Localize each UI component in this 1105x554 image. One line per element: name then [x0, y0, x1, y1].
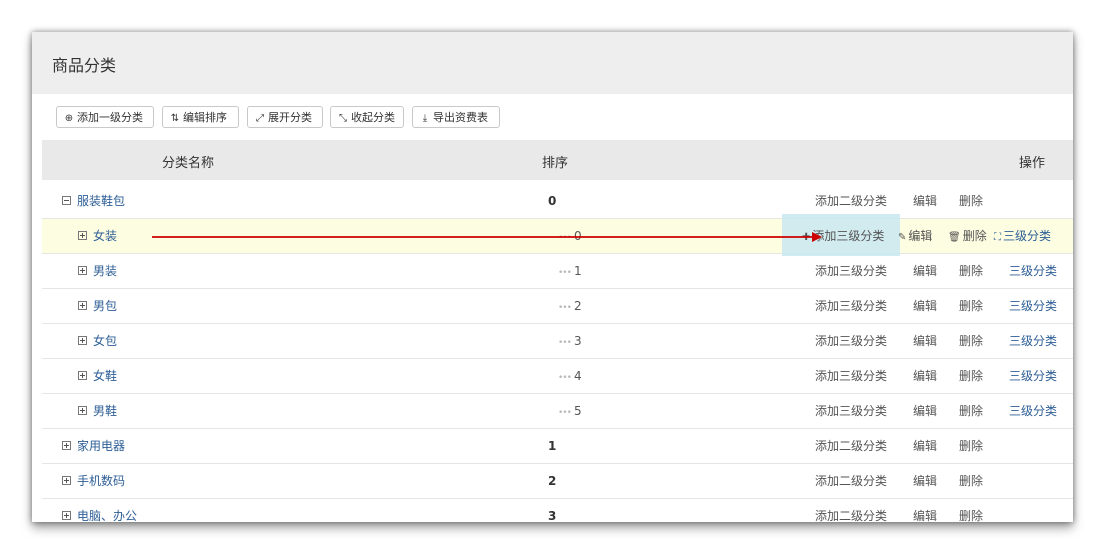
third-level-link[interactable]: 三级分类: [1009, 394, 1057, 428]
third-level-link[interactable]: 三级分类: [1009, 324, 1057, 358]
third-level-link[interactable]: 三级分类: [1009, 254, 1057, 288]
delete-link[interactable]: 删除: [959, 464, 983, 498]
annotation-arrow: [152, 232, 822, 242]
add-top-category-button[interactable]: ⊕ 添加一级分类: [56, 106, 154, 128]
delete-link[interactable]: 删除: [959, 429, 983, 463]
edit-link[interactable]: 编辑: [913, 359, 937, 393]
delete-link[interactable]: 🗑 删除: [948, 219, 987, 253]
category-name[interactable]: 家用电器: [77, 439, 125, 453]
third-level-link[interactable]: ⛶ 三级分类: [994, 219, 1051, 253]
edit-link[interactable]: 编辑: [913, 254, 937, 288]
arrow-head: [812, 232, 822, 242]
header-name: 分类名称: [162, 156, 215, 171]
category-name[interactable]: 服装鞋包: [77, 194, 125, 208]
sort-value: 3: [548, 509, 557, 522]
delete-link[interactable]: 删除: [959, 359, 983, 393]
add-sub-category-link[interactable]: 添加二级分类: [815, 464, 887, 498]
sort-value: 0: [548, 194, 557, 208]
table-row: 家用电器 1 添加二级分类 编辑 删除: [42, 429, 1073, 464]
collapse-all-button[interactable]: ⤡ 收起分类: [330, 106, 404, 128]
category-name[interactable]: 男装: [93, 264, 117, 278]
table-row: 服装鞋包 0 添加二级分类 编辑 删除: [42, 184, 1073, 219]
table-row: 女包 ••• 3 添加三级分类 编辑 删除 三级分类: [42, 324, 1073, 359]
add-sub-category-link[interactable]: 添加三级分类: [815, 324, 887, 358]
add-sub-category-link[interactable]: 添加二级分类: [815, 184, 887, 218]
third-level-link[interactable]: 三级分类: [1009, 289, 1057, 323]
delete-link[interactable]: 删除: [959, 184, 983, 218]
edit-link[interactable]: 编辑: [913, 499, 937, 522]
table-row: 男装 ••• 1 添加三级分类 编辑 删除 三级分类: [42, 254, 1073, 289]
category-name[interactable]: 手机数码: [77, 474, 125, 488]
expand-tree-icon[interactable]: [62, 441, 71, 450]
download-icon: ⤓: [422, 113, 428, 124]
sort-value: 2: [548, 474, 557, 488]
sort-value: 1: [573, 264, 582, 278]
add-sub-category-link[interactable]: 添加三级分类: [815, 359, 887, 393]
third-level-link[interactable]: 三级分类: [1009, 359, 1057, 393]
table-row: 手机数码 2 添加二级分类 编辑 删除: [42, 464, 1073, 499]
edit-link[interactable]: 编辑: [913, 429, 937, 463]
sort-value: 1: [548, 439, 557, 453]
add-sub-category-link[interactable]: 添加三级分类: [815, 289, 887, 323]
add-sub-category-link[interactable]: 添加三级分类: [815, 394, 887, 428]
header-ops: 操作: [1019, 156, 1046, 171]
expand-tree-icon[interactable]: [78, 406, 87, 415]
expand-tree-icon[interactable]: [78, 336, 87, 345]
table-header: 分类名称 排序 操作: [42, 140, 1073, 180]
category-name[interactable]: 男鞋: [93, 404, 117, 418]
table-row: 男鞋 ••• 5 添加三级分类 编辑 删除 三级分类: [42, 394, 1073, 429]
table-row: 男包 ••• 2 添加三级分类 编辑 删除 三级分类: [42, 289, 1073, 324]
add-sub-category-link[interactable]: 添加二级分类: [815, 499, 887, 522]
edit-link[interactable]: 编辑: [913, 324, 937, 358]
edit-link[interactable]: ✎ 编辑: [898, 219, 932, 253]
delete-link[interactable]: 删除: [959, 394, 983, 428]
expand-tree-icon[interactable]: [78, 301, 87, 310]
sort-value: 2: [573, 299, 582, 313]
add-sub-category-link[interactable]: 添加三级分类: [815, 254, 887, 288]
trash-icon: 🗑: [948, 232, 961, 243]
sort-value: 4: [573, 369, 582, 383]
delete-link[interactable]: 删除: [959, 499, 983, 522]
header-sort: 排序: [542, 156, 569, 171]
collapse-tree-icon[interactable]: [62, 196, 71, 205]
table-row: 女鞋 ••• 4 添加三级分类 编辑 删除 三级分类: [42, 359, 1073, 394]
add-sub-category-link[interactable]: 添加二级分类: [815, 429, 887, 463]
category-name[interactable]: 女鞋: [93, 369, 117, 383]
category-name[interactable]: 男包: [93, 299, 117, 313]
sort-icon: ⇅: [170, 113, 180, 124]
add-circle-icon: ⊕: [64, 113, 74, 124]
sort-value: 3: [573, 334, 582, 348]
export-fee-table-button[interactable]: ⤓ 导出资费表: [412, 106, 500, 128]
delete-link[interactable]: 删除: [959, 324, 983, 358]
edit-link[interactable]: 编辑: [913, 184, 937, 218]
category-name[interactable]: 电脑、办公: [77, 509, 137, 522]
sort-value: 5: [573, 404, 582, 418]
table-row: 电脑、办公 3 添加二级分类 编辑 删除: [42, 499, 1073, 522]
expand-all-button[interactable]: ⤢ 展开分类: [247, 106, 323, 128]
edit-link[interactable]: 编辑: [913, 289, 937, 323]
expand-tree-icon[interactable]: [62, 511, 71, 520]
panel-header: 商品分类: [32, 32, 1073, 94]
expand-icon: ⤢: [256, 113, 264, 124]
category-panel: 商品分类 ⊕ 添加一级分类 ⇅ 编辑排序 ⤢ 展开分类 ⤡ 收起分类 ⤓ 导出资费表 分类…: [32, 32, 1073, 522]
edit-link[interactable]: 编辑: [913, 394, 937, 428]
edit-link[interactable]: 编辑: [913, 464, 937, 498]
edit-sort-button[interactable]: ⇅ 编辑排序: [162, 106, 239, 128]
expand-tree-icon[interactable]: [78, 371, 87, 380]
expand-tree-icon[interactable]: [62, 476, 71, 485]
edit-icon: ✎: [898, 232, 907, 243]
category-name[interactable]: 女包: [93, 334, 117, 348]
expand-tree-icon[interactable]: [78, 266, 87, 275]
delete-link[interactable]: 删除: [959, 289, 983, 323]
collapse-icon: ⤡: [339, 113, 347, 124]
delete-link[interactable]: 删除: [959, 254, 983, 288]
panel-title: 商品分类: [52, 56, 117, 75]
sitemap-icon: ⛶: [994, 232, 1001, 243]
